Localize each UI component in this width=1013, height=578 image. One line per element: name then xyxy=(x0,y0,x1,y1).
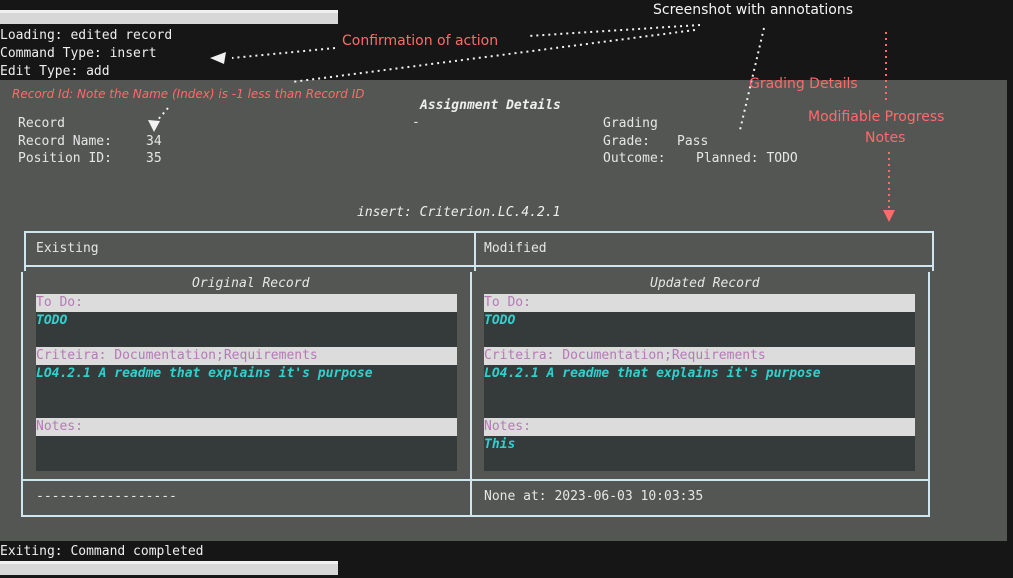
updated-notes-value[interactable]: This xyxy=(484,436,515,454)
position-id-value: 35 xyxy=(146,151,162,166)
updated-notes-label[interactable]: Notes: xyxy=(484,418,915,436)
original-record-title: Original Record xyxy=(192,276,310,291)
record-label: Record xyxy=(18,116,65,131)
outcome-label: Outcome: xyxy=(603,151,666,166)
grade-label: Grade: xyxy=(603,134,650,149)
original-criteria-label: Criteira: Documentation;Requirements xyxy=(36,347,457,365)
terminal-bottom-bar xyxy=(0,561,338,575)
updated-todo-value[interactable]: TODO xyxy=(484,312,515,330)
footer-left-dashes: ------------------ xyxy=(36,489,177,504)
table-top-border xyxy=(24,231,934,233)
arrow-confirmation-to-command xyxy=(231,47,336,59)
outcome-value: Planned: TODO xyxy=(696,151,798,166)
annotation-grading-details: Grading Details xyxy=(749,76,858,92)
updated-notes-area[interactable] xyxy=(484,436,915,471)
updated-criteria-label[interactable]: Criteira: Documentation;Requirements xyxy=(484,347,915,365)
terminal-top-bar xyxy=(0,10,338,24)
action-line: insert: Criterion.LC.4.2.1 xyxy=(357,205,561,220)
original-notes-label: Notes: xyxy=(36,418,457,436)
body-bottom-border xyxy=(21,515,930,517)
original-todo-label: To Do: xyxy=(36,294,457,312)
updated-record-title: Updated Record xyxy=(650,276,760,291)
terminal-exit-line: Exiting: Command completed xyxy=(0,544,204,559)
original-todo-value: TODO xyxy=(36,313,68,328)
annotation-title: Screenshot with annotations xyxy=(653,2,854,18)
arrow-title-to-confirmation xyxy=(527,24,701,37)
updated-todo-label[interactable]: To Do: xyxy=(484,294,915,312)
updated-todo-area[interactable] xyxy=(484,312,915,347)
original-criteria-value: LO4.2.1 A readme that explains it's purp… xyxy=(36,366,373,381)
annotation-record-id-note: Record Id: Note the Name (Index) is -1 l… xyxy=(12,87,365,101)
position-id-label: Position ID: xyxy=(18,151,112,166)
terminal-line-edit-type: Edit Type: add xyxy=(0,64,110,79)
footer-timestamp: None at: 2023-06-03 10:03:35 xyxy=(484,489,704,504)
updated-criteria-value[interactable]: LO4.2.1 A readme that explains it's purp… xyxy=(484,365,821,383)
original-notes-area xyxy=(36,436,457,471)
terminal-line-loading: Loading: edited record xyxy=(0,28,173,43)
terminal-line-command-type: Command Type: insert xyxy=(0,46,157,61)
arrowhead-command xyxy=(210,52,226,64)
grade-value: Pass xyxy=(677,134,709,149)
existing-header: Existing xyxy=(36,241,99,256)
assignment-heading: Assignment Details xyxy=(420,98,561,113)
record-name-value: 34 xyxy=(146,134,162,149)
modified-header: Modified xyxy=(484,241,547,256)
table-header-bottom-border xyxy=(24,265,934,267)
annotation-modifiable-notes-line1: Modifiable Progress xyxy=(808,109,945,125)
original-todo-area xyxy=(36,312,457,347)
annotation-modifiable-notes-line2: Notes xyxy=(865,130,906,146)
grading-label: Grading xyxy=(603,116,658,131)
assignment-dash: - xyxy=(412,115,420,130)
annotation-confirmation: Confirmation of action xyxy=(342,33,499,49)
body-divider xyxy=(21,479,930,481)
record-name-label: Record Name: xyxy=(18,134,112,149)
